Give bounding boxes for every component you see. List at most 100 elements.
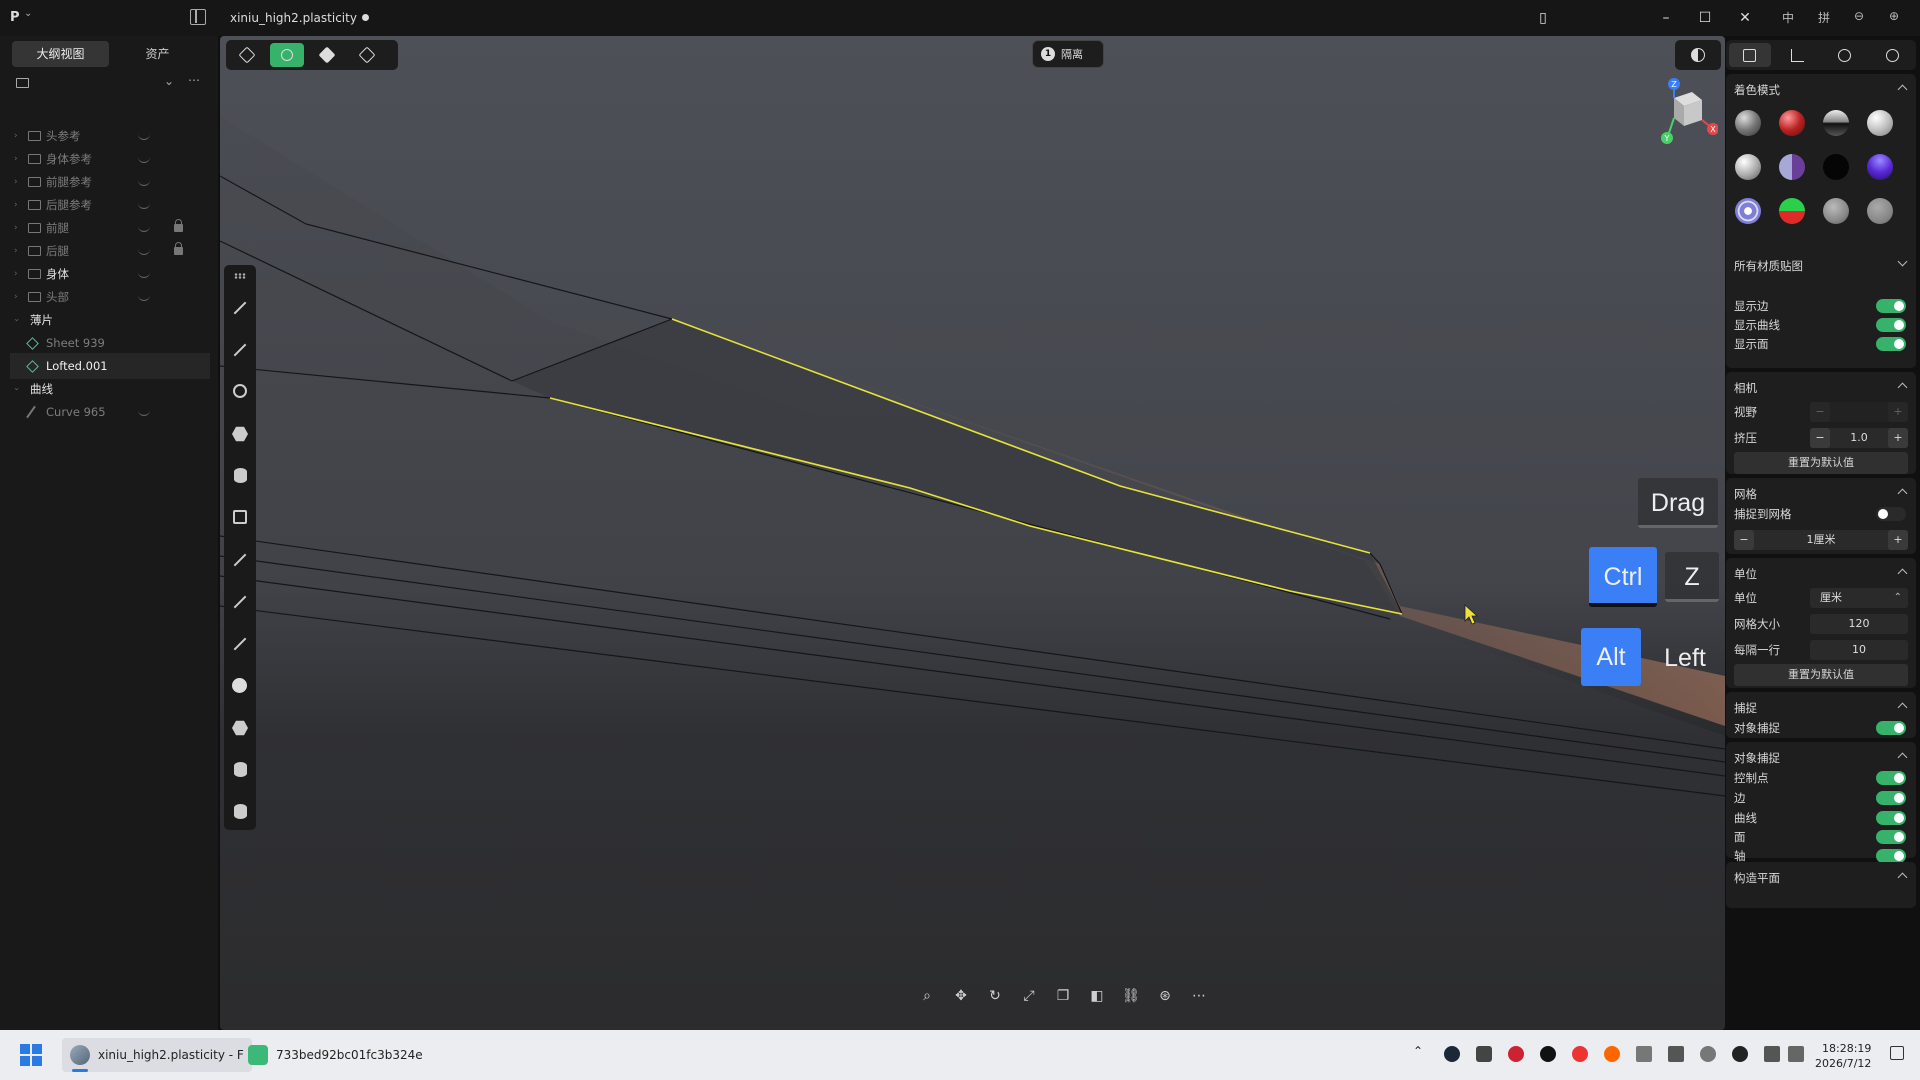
- tab-materials[interactable]: [1824, 43, 1866, 67]
- snap-control-points-toggle[interactable]: [1876, 771, 1906, 785]
- close-tray-icon[interactable]: [1732, 1046, 1748, 1062]
- app-menu-chevron-icon[interactable]: ⌄: [24, 8, 32, 19]
- curve-tool-icon[interactable]: [232, 342, 248, 358]
- every-row-input[interactable]: 10: [1810, 640, 1908, 660]
- duplicate-icon[interactable]: ❐: [1051, 984, 1075, 1008]
- bucket-tool-icon[interactable]: [234, 468, 247, 483]
- close-button[interactable]: ✕: [1735, 8, 1755, 28]
- visibility-eye-icon[interactable]: [138, 134, 150, 140]
- layout-toggle-icon[interactable]: ▯: [1533, 8, 1553, 28]
- polygon-tool-icon[interactable]: [232, 426, 248, 442]
- units-reset-button[interactable]: 重置为默认值: [1734, 664, 1908, 686]
- cone-tool-icon[interactable]: [234, 804, 247, 819]
- pen-tool-icon[interactable]: [232, 636, 248, 652]
- snap-curves-toggle[interactable]: [1876, 811, 1906, 825]
- visibility-eye-icon[interactable]: [138, 295, 150, 301]
- collapse-chevron-icon[interactable]: ⌄: [164, 74, 174, 88]
- matcap-silver-ball[interactable]: [1735, 154, 1761, 180]
- maximize-button[interactable]: ☐: [1695, 8, 1715, 28]
- sphere-tool-icon[interactable]: [232, 678, 247, 693]
- visibility-eye-icon[interactable]: [138, 180, 150, 186]
- squash-increment-button[interactable]: +: [1888, 428, 1908, 448]
- vertex-mode-button[interactable]: [230, 43, 264, 67]
- qq-tray-icon[interactable]: [1572, 1046, 1588, 1062]
- taskbar-app-plasticity[interactable]: xiniu_high2.plasticity - F: [62, 1038, 252, 1072]
- visibility-eye-icon[interactable]: [138, 410, 150, 416]
- system-clock[interactable]: 18:28:19 2026/7/12: [1815, 1041, 1871, 1071]
- matcap-ring-ball[interactable]: [1735, 198, 1761, 224]
- tab-transform[interactable]: [1777, 43, 1819, 67]
- collapse-snap-icon[interactable]: [1897, 702, 1908, 713]
- squash-stepper[interactable]: −1.0 +: [1810, 428, 1908, 448]
- matcap-purple-ball[interactable]: [1867, 154, 1893, 180]
- snap-axis-toggle[interactable]: [1876, 849, 1906, 863]
- move-icon[interactable]: ✥: [949, 984, 973, 1008]
- scene-geometry[interactable]: [220, 36, 1725, 1030]
- notification-icon[interactable]: [1890, 1046, 1904, 1060]
- matcap-flat-ball[interactable]: [1867, 198, 1893, 224]
- navigation-cube[interactable]: Z X Y: [1650, 78, 1718, 146]
- visibility-eye-icon[interactable]: [138, 249, 150, 255]
- matcap-chrome-ball[interactable]: [1823, 110, 1849, 136]
- drag-grip-icon[interactable]: [234, 273, 246, 279]
- show-edges-toggle[interactable]: [1876, 299, 1906, 313]
- squash-value[interactable]: 1.0: [1830, 428, 1888, 448]
- tab-viewport-settings[interactable]: [1729, 43, 1771, 67]
- rotate-icon[interactable]: ↻: [983, 984, 1007, 1008]
- collapse-construction-plane-icon[interactable]: [1897, 872, 1908, 883]
- cylinder-tool-icon[interactable]: [234, 762, 247, 777]
- taskbar-app-notes[interactable]: 733bed92bc01fc3b324e: [240, 1038, 431, 1072]
- rectangle-tool-icon[interactable]: [233, 510, 247, 524]
- materials-dropdown-icon[interactable]: [1897, 256, 1908, 267]
- 3d-viewport[interactable]: [220, 36, 1725, 1030]
- face-mode-button[interactable]: [310, 43, 344, 67]
- all-materials-label[interactable]: 所有材质贴图: [1734, 258, 1803, 274]
- matcap-white-ball[interactable]: [1867, 110, 1893, 136]
- wechat-tray-icon[interactable]: [1476, 1046, 1492, 1062]
- grid-step-stepper[interactable]: −1厘米 +: [1734, 530, 1908, 550]
- collapse-arrow-icon[interactable]: ›: [3, 387, 29, 391]
- tray-overflow-icon[interactable]: ⌃: [1413, 1044, 1423, 1058]
- more-tools-icon[interactable]: ⋯: [1187, 984, 1211, 1008]
- scale-icon[interactable]: ⤢: [1017, 984, 1041, 1008]
- show-faces-toggle[interactable]: [1876, 337, 1906, 351]
- visibility-eye-icon[interactable]: [138, 226, 150, 232]
- grid-step-increment-button[interactable]: +: [1888, 530, 1908, 550]
- unit-select[interactable]: 厘米: [1810, 588, 1908, 608]
- solid-mode-button[interactable]: [350, 43, 384, 67]
- matcap-black-ball[interactable]: [1823, 154, 1849, 180]
- tab-assets[interactable]: 资产: [109, 41, 206, 67]
- matcap-clay-ball[interactable]: [1823, 198, 1849, 224]
- matcap-normal-ball[interactable]: [1779, 198, 1805, 224]
- speaker-tray-icon[interactable]: [1636, 1046, 1652, 1062]
- spiral-tool-icon[interactable]: [232, 552, 248, 568]
- app-tray-icon-2[interactable]: [1540, 1046, 1556, 1062]
- zoom-out-icon[interactable]: ⊖: [1849, 9, 1869, 23]
- network-tray-icon[interactable]: [1764, 1046, 1780, 1062]
- snap-to-grid-toggle[interactable]: [1876, 507, 1906, 521]
- zoom-in-icon[interactable]: ⊕: [1884, 9, 1904, 23]
- object-snap-toggle[interactable]: [1876, 721, 1906, 735]
- mic-tray-icon[interactable]: [1700, 1046, 1716, 1062]
- line-tool-icon[interactable]: [232, 300, 248, 316]
- boolean-icon[interactable]: ◧: [1085, 984, 1109, 1008]
- ime-mode-indicator[interactable]: 拼: [1814, 9, 1834, 26]
- tab-render[interactable]: [1872, 43, 1914, 67]
- squash-decrement-button[interactable]: −: [1810, 428, 1830, 448]
- more-options-icon[interactable]: ⋯: [188, 73, 200, 87]
- snap-faces-toggle[interactable]: [1876, 830, 1906, 844]
- isolate-button[interactable]: 1 隔离: [1032, 40, 1104, 68]
- collapse-object-snap-icon[interactable]: [1897, 752, 1908, 763]
- tab-outline-view[interactable]: 大纲视图: [12, 41, 109, 67]
- box-tool-icon[interactable]: [232, 720, 248, 736]
- lock-icon[interactable]: [174, 242, 183, 255]
- grid-step-value[interactable]: 1厘米: [1754, 530, 1888, 550]
- usb-tray-icon[interactable]: [1668, 1046, 1684, 1062]
- grid-size-input[interactable]: 120: [1810, 614, 1908, 634]
- circle-tool-icon[interactable]: [233, 384, 247, 398]
- lock-icon[interactable]: [174, 219, 183, 232]
- body-surface[interactable]: [220, 116, 1725, 1030]
- visibility-eye-icon[interactable]: [138, 203, 150, 209]
- link-icon[interactable]: ⛓: [1119, 984, 1143, 1008]
- visibility-eye-icon[interactable]: [138, 272, 150, 278]
